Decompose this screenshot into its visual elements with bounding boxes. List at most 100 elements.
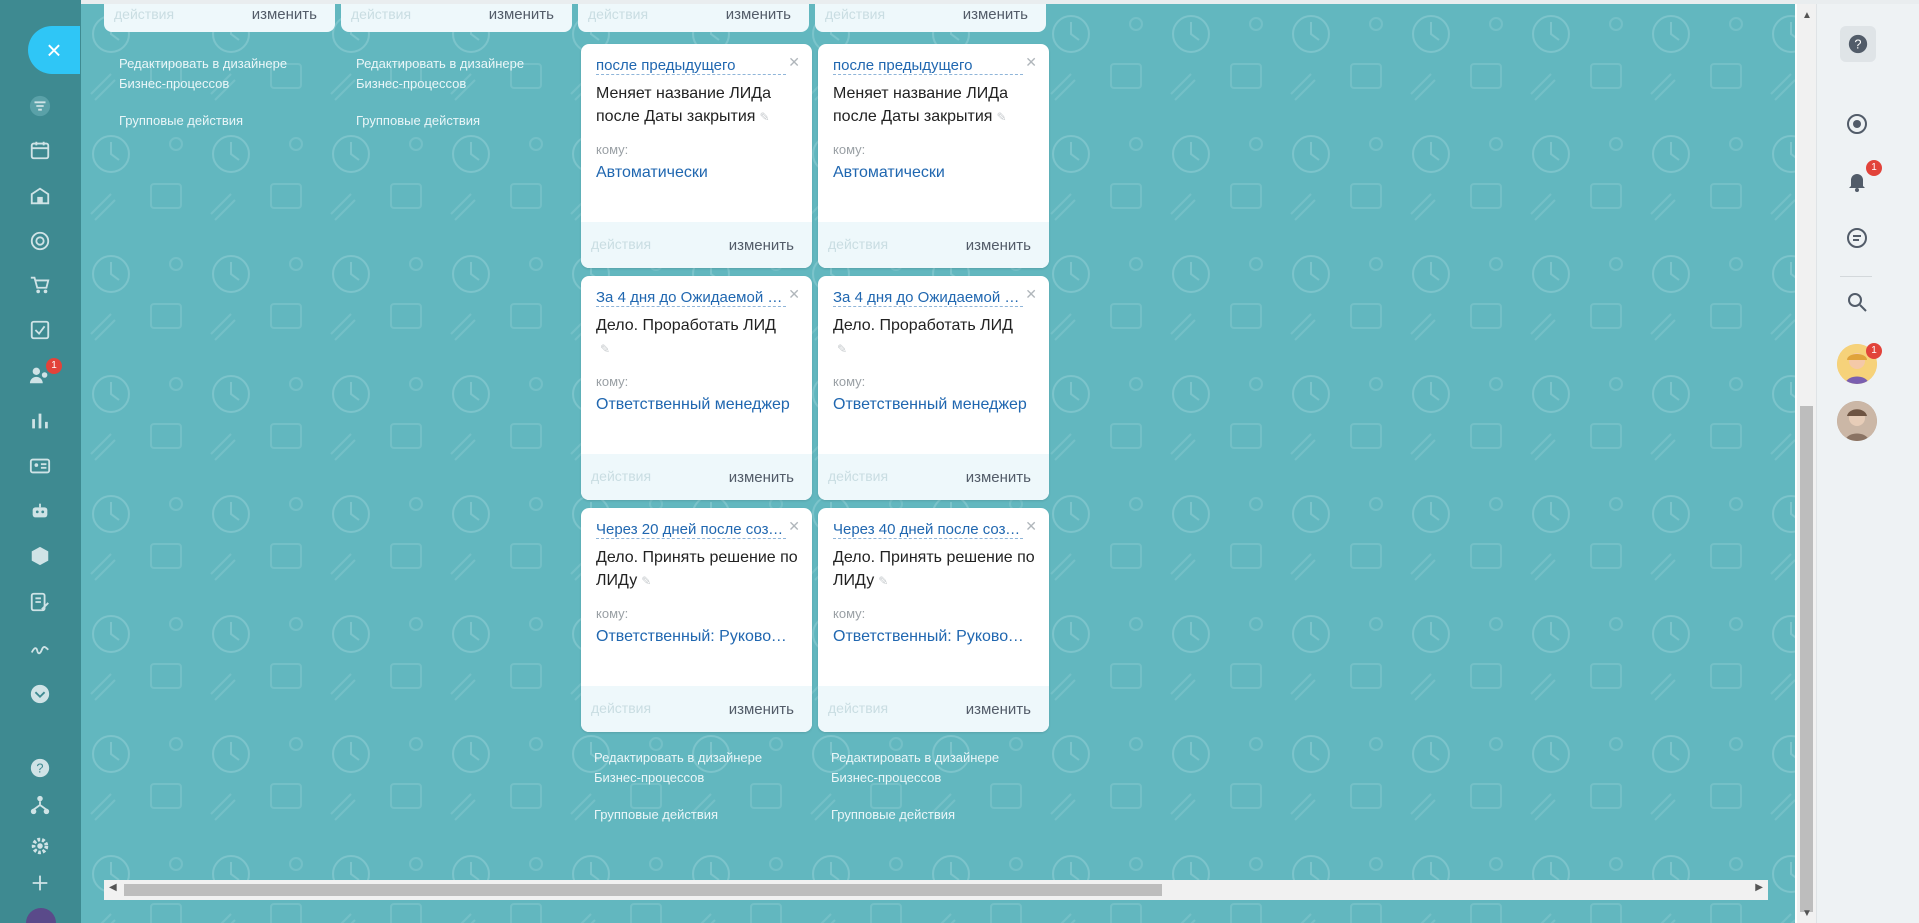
- group-actions-link[interactable]: Групповые действия: [594, 805, 718, 825]
- edit-button[interactable]: изменить: [966, 469, 1031, 486]
- close-icon[interactable]: ✕: [1025, 54, 1037, 71]
- search-icon: [1848, 293, 1867, 312]
- search-button[interactable]: [1836, 281, 1878, 323]
- group-actions-link[interactable]: Групповые действия: [831, 805, 955, 825]
- actions-label[interactable]: действия: [828, 468, 888, 484]
- robot-icon[interactable]: [27, 498, 53, 524]
- edit-button[interactable]: изменить: [729, 469, 794, 486]
- actions-label[interactable]: действия: [591, 236, 651, 252]
- actions-label[interactable]: действия: [828, 236, 888, 252]
- automation-card[interactable]: За 4 дня до Ожидаемой даты закрытия ✕ Де…: [581, 276, 812, 500]
- responsible-link[interactable]: Ответственный менеджер: [833, 396, 1033, 414]
- calendar-icon[interactable]: [27, 137, 53, 163]
- user-avatar[interactable]: [1837, 401, 1877, 441]
- box-icon[interactable]: [27, 543, 53, 569]
- group-actions-link[interactable]: Групповые действия: [356, 111, 480, 131]
- close-icon[interactable]: ✕: [1025, 286, 1037, 303]
- edit-button[interactable]: изменить: [726, 6, 791, 23]
- actions-label[interactable]: действия: [591, 468, 651, 484]
- group-actions-link[interactable]: Групповые действия: [119, 111, 243, 131]
- card-footer: действия изменить: [581, 686, 812, 732]
- vertical-scroll-thumb[interactable]: [1800, 406, 1813, 912]
- sitemap-icon[interactable]: [27, 792, 53, 818]
- checkbox-icon[interactable]: [27, 317, 53, 343]
- scroll-left-arrow-icon[interactable]: ◀: [109, 882, 117, 893]
- edit-in-designer-link[interactable]: Редактировать в дизайнере Бизнес-процесс…: [119, 54, 287, 94]
- gear-icon[interactable]: [27, 833, 53, 859]
- pencil-icon[interactable]: ✎: [759, 106, 769, 129]
- actions-label[interactable]: действия: [825, 6, 885, 22]
- actions-label[interactable]: действия: [114, 6, 174, 22]
- whom-label: кому:: [833, 606, 866, 621]
- automation-card[interactable]: Через 40 дней после создания ✕ Дело. При…: [818, 508, 1049, 732]
- signature-icon[interactable]: [27, 634, 53, 660]
- responsible-link[interactable]: Автоматически: [596, 164, 796, 182]
- pencil-icon[interactable]: ✎: [600, 338, 610, 361]
- close-icon[interactable]: ✕: [788, 286, 800, 303]
- close-icon[interactable]: ✕: [788, 54, 800, 71]
- trigger-condition-link[interactable]: после предыдущего: [596, 57, 786, 75]
- automation-board: действия изменить действия изменить дейс…: [81, 4, 1795, 923]
- chevron-down-circle-icon[interactable]: [27, 681, 53, 707]
- user-menu-stub[interactable]: [26, 908, 56, 923]
- responsible-link[interactable]: Автоматически: [833, 164, 1033, 182]
- column-2-card-footer: действия изменить: [341, 4, 572, 32]
- vertical-scrollbar[interactable]: ▲ ▼: [1797, 4, 1816, 923]
- edit-button[interactable]: изменить: [489, 6, 554, 23]
- responsible-link[interactable]: Ответственный: Руководитель: [833, 628, 1033, 646]
- building-icon[interactable]: [27, 183, 53, 209]
- actions-label[interactable]: действия: [591, 700, 651, 716]
- horizontal-scrollbar[interactable]: ◀ ▶: [104, 880, 1768, 900]
- edit-button[interactable]: изменить: [966, 237, 1031, 254]
- chat-button[interactable]: [1836, 217, 1878, 259]
- form-edit-icon[interactable]: [27, 589, 53, 615]
- edit-button[interactable]: изменить: [963, 6, 1028, 23]
- actions-label[interactable]: действия: [588, 6, 648, 22]
- edit-button[interactable]: изменить: [729, 701, 794, 718]
- edit-in-designer-link[interactable]: Редактировать в дизайнере Бизнес-процесс…: [594, 748, 762, 788]
- notifications-badge: 1: [1866, 160, 1882, 176]
- help-button[interactable]: ?: [1840, 26, 1876, 62]
- refresh-target-button[interactable]: [1836, 103, 1878, 145]
- responsible-link[interactable]: Ответственный: Руководитель: [596, 628, 796, 646]
- trigger-condition-link[interactable]: За 4 дня до Ожидаемой даты закрытия: [833, 289, 1023, 307]
- trigger-condition-link[interactable]: после предыдущего: [833, 57, 1023, 75]
- target-icon[interactable]: [27, 228, 53, 254]
- scroll-down-arrow-icon[interactable]: ▼: [1802, 908, 1812, 919]
- trigger-condition-link[interactable]: Через 20 дней после создания: [596, 521, 786, 539]
- close-icon[interactable]: ✕: [788, 518, 800, 535]
- close-icon[interactable]: ✕: [1025, 518, 1037, 535]
- edit-button[interactable]: изменить: [252, 6, 317, 23]
- scroll-up-arrow-icon[interactable]: ▲: [1802, 10, 1812, 21]
- card-footer: действия изменить: [818, 686, 1049, 732]
- filter-icon[interactable]: [27, 93, 53, 119]
- responsible-link[interactable]: Ответственный менеджер: [596, 396, 796, 414]
- edit-button[interactable]: изменить: [966, 701, 1031, 718]
- edit-in-designer-link[interactable]: Редактировать в дизайнере Бизнес-процесс…: [356, 54, 524, 94]
- assistant-badge: 1: [1866, 343, 1882, 359]
- pencil-icon[interactable]: ✎: [837, 338, 847, 361]
- contact-card-icon[interactable]: [27, 453, 53, 479]
- pencil-icon[interactable]: ✎: [996, 106, 1006, 129]
- actions-label[interactable]: действия: [351, 6, 411, 22]
- automation-card[interactable]: За 4 дня до Ожидаемой даты закрытия ✕ Де…: [818, 276, 1049, 500]
- horizontal-scroll-thumb[interactable]: [124, 884, 1162, 896]
- close-button[interactable]: ×: [28, 26, 80, 74]
- actions-label[interactable]: действия: [828, 700, 888, 716]
- chart-icon[interactable]: [27, 408, 53, 434]
- edit-button[interactable]: изменить: [729, 237, 794, 254]
- cart-icon[interactable]: [27, 272, 53, 298]
- card-footer: действия изменить: [818, 454, 1049, 500]
- trigger-condition-link[interactable]: За 4 дня до Ожидаемой даты закрытия: [596, 289, 786, 307]
- pencil-icon[interactable]: ✎: [641, 570, 651, 593]
- scroll-right-arrow-icon[interactable]: ▶: [1755, 882, 1763, 893]
- trigger-condition-link[interactable]: Через 40 дней после создания: [833, 521, 1023, 539]
- question-icon[interactable]: ?: [27, 755, 53, 781]
- automation-card[interactable]: Через 20 дней после создания ✕ Дело. При…: [581, 508, 812, 732]
- pencil-icon[interactable]: ✎: [878, 570, 888, 593]
- plus-icon[interactable]: [27, 870, 53, 896]
- automation-card[interactable]: после предыдущего ✕ Меняет название ЛИДа…: [818, 44, 1049, 268]
- automation-card[interactable]: после предыдущего ✕ Меняет название ЛИДа…: [581, 44, 812, 268]
- edit-in-designer-link[interactable]: Редактировать в дизайнере Бизнес-процесс…: [831, 748, 999, 788]
- divider: [1840, 276, 1872, 277]
